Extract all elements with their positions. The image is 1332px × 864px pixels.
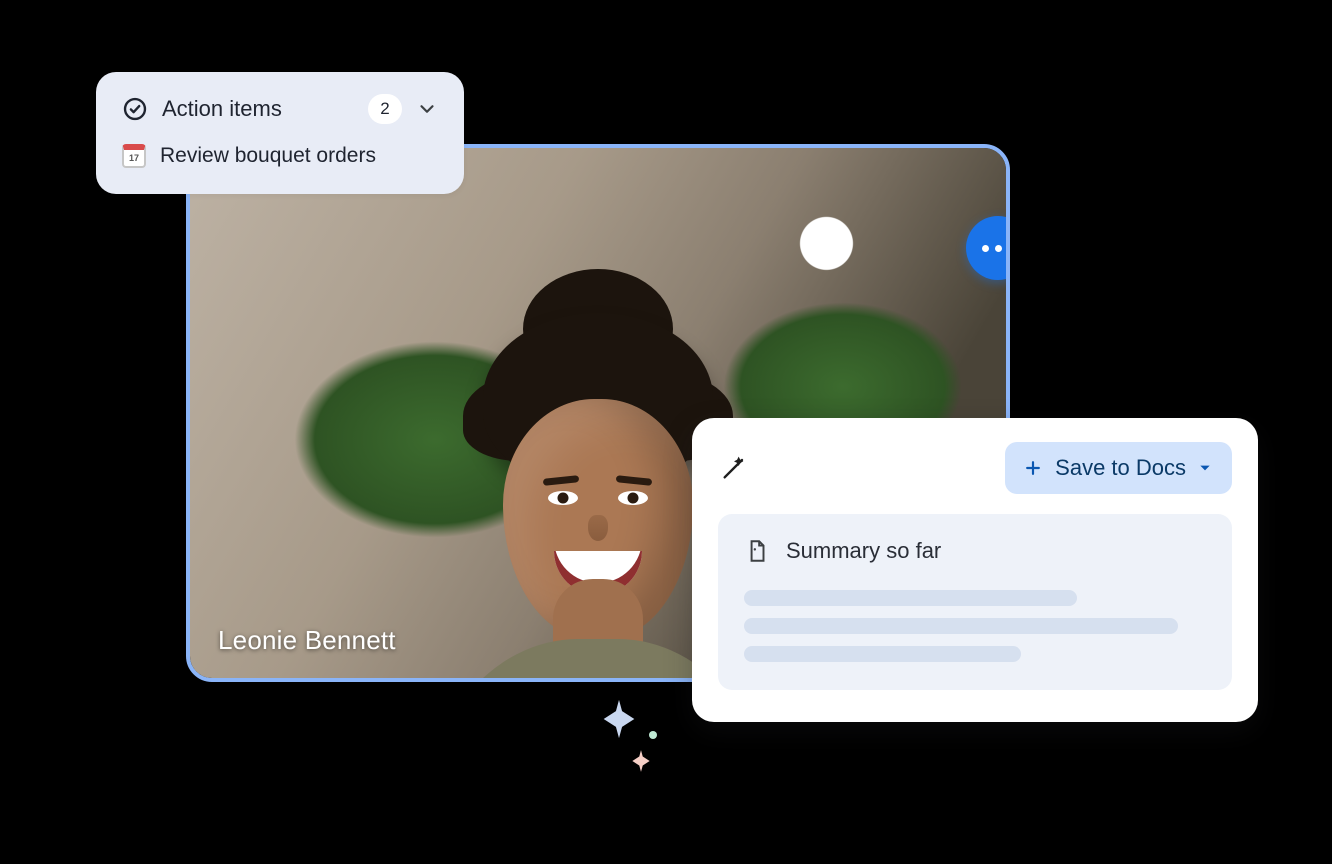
sparkle-decoration	[590, 696, 680, 786]
participant-name: Leonie Bennett	[218, 625, 396, 656]
document-icon	[744, 538, 770, 564]
save-to-docs-button[interactable]: Save to Docs	[1005, 442, 1232, 494]
summary-card: Save to Docs Summary so far	[692, 418, 1258, 722]
sparkle-icon	[628, 748, 654, 774]
summary-body: Summary so far	[718, 514, 1232, 690]
action-items-card: Action items 2 17 Review bouquet orders	[96, 72, 464, 194]
dropdown-triangle-icon	[1198, 461, 1212, 475]
summary-placeholder-line	[744, 646, 1021, 662]
action-items-header[interactable]: Action items 2	[122, 94, 438, 124]
action-item-row[interactable]: 17 Review bouquet orders	[122, 144, 438, 168]
calendar-icon: 17	[122, 144, 146, 168]
action-items-title: Action items	[162, 96, 354, 122]
magic-wand-icon	[718, 452, 750, 484]
dot-icon	[648, 730, 658, 740]
action-item-label: Review bouquet orders	[160, 144, 376, 168]
save-button-label: Save to Docs	[1055, 455, 1186, 481]
plus-icon	[1023, 458, 1043, 478]
summary-section-title: Summary so far	[786, 538, 941, 564]
sparkle-icon	[596, 696, 642, 742]
chevron-down-icon[interactable]	[416, 98, 438, 120]
check-circle-icon	[122, 96, 148, 122]
action-items-count-badge: 2	[368, 94, 402, 124]
summary-placeholder-line	[744, 590, 1077, 606]
summary-placeholder-line	[744, 618, 1178, 634]
